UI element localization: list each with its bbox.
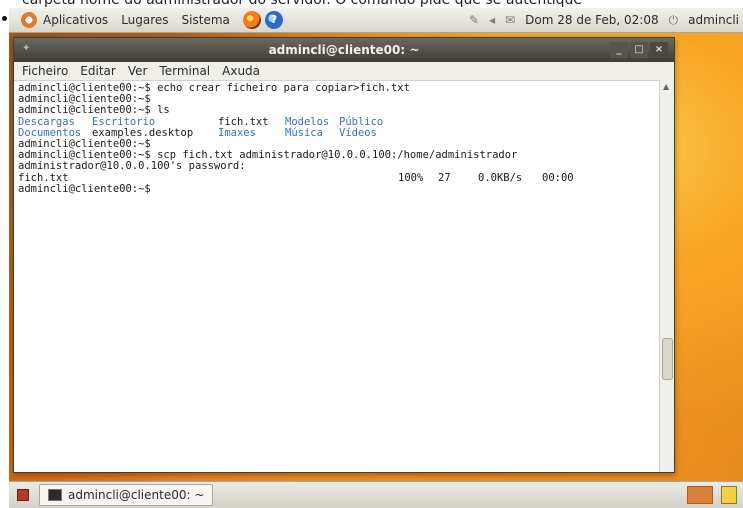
ubuntu-logo-icon[interactable] [21, 12, 37, 28]
window-titlebar[interactable]: ✦ admincli@cliente00: ~ _ □ × [14, 38, 674, 62]
bullet-dot [2, 16, 7, 21]
maximize-button[interactable]: □ [630, 42, 648, 58]
clock[interactable]: Dom 28 de Feb, 02:08 [525, 13, 658, 27]
network-icon[interactable]: ✎ [469, 13, 479, 27]
progress-time: 00:00 [542, 171, 574, 184]
screenshot-desktop: Aplicativos Lugares Sistema ? ✎ ◂ ✉ Dom … [9, 8, 743, 508]
caption-strip: carpeta home do administrador do servido… [0, 0, 743, 8]
caption-text: carpeta home do administrador do servido… [22, 0, 582, 8]
ls-dir: Público [339, 115, 384, 128]
terminal-output[interactable]: admincli@cliente00:~$ echo crear ficheir… [14, 80, 660, 472]
menu-system[interactable]: Sistema [182, 13, 230, 27]
scroll-thumb[interactable] [662, 338, 673, 380]
menu-ficheiro[interactable]: Ficheiro [22, 64, 68, 78]
ls-dir: Música [285, 126, 323, 139]
ls-dir: Vídeos [339, 126, 377, 139]
menu-editar[interactable]: Editar [80, 64, 116, 78]
taskbar-button-terminal[interactable]: admincli@cliente00: ~ [39, 484, 214, 506]
progress-size: 27 [438, 171, 451, 184]
menu-terminal[interactable]: Terminal [159, 64, 210, 78]
minimize-button[interactable]: _ [610, 42, 628, 58]
terminal-app-icon [48, 489, 62, 501]
mail-icon[interactable]: ✉ [505, 13, 515, 27]
ls-dir: Imaxes [218, 126, 256, 139]
menu-axuda[interactable]: Axuda [222, 64, 260, 78]
user-name[interactable]: admincli [688, 13, 739, 27]
window-menu-icon[interactable]: ✦ [22, 44, 32, 54]
close-button[interactable]: × [650, 42, 668, 58]
menu-applications[interactable]: Aplicativos [43, 13, 108, 27]
progress-speed: 0.0KB/s [478, 171, 523, 184]
terminal-line: admincli@cliente00:~$ ls [18, 104, 170, 117]
terminal-scrollbar[interactable]: ▲ [659, 80, 674, 472]
scroll-up-arrow-icon[interactable]: ▲ [663, 82, 669, 91]
terminal-menubar: Ficheiro Editar Ver Terminal Axuda [14, 62, 674, 81]
help-icon[interactable]: ? [264, 11, 283, 29]
terminal-line: admincli@cliente00:~$ [18, 182, 151, 195]
taskbar-label: admincli@cliente00: ~ [68, 488, 205, 502]
workspace-switcher[interactable] [687, 486, 713, 504]
menu-ver[interactable]: Ver [128, 64, 148, 78]
terminal-window: ✦ admincli@cliente00: ~ _ □ × Ficheiro E… [13, 37, 675, 473]
trash-icon[interactable] [721, 486, 737, 504]
top-panel: Aplicativos Lugares Sistema ? ✎ ◂ ✉ Dom … [9, 8, 743, 33]
firefox-icon[interactable] [242, 11, 261, 29]
bottom-panel: admincli@cliente00: ~ [9, 481, 743, 508]
progress-percent: 100% [398, 171, 424, 184]
volume-icon[interactable]: ◂ [489, 13, 495, 27]
power-icon[interactable]: ⏻ [669, 13, 679, 28]
show-desktop-icon[interactable] [17, 489, 29, 501]
window-title: admincli@cliente00: ~ [268, 43, 420, 57]
menu-places[interactable]: Lugares [121, 13, 168, 27]
